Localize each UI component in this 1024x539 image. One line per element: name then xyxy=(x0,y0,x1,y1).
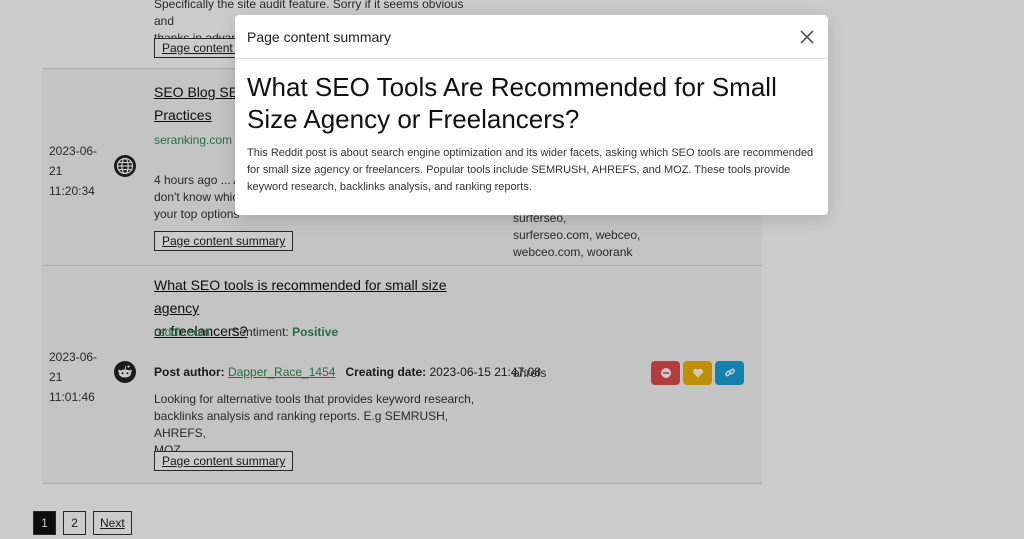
close-icon xyxy=(800,29,814,44)
modal-body: What SEO Tools Are Recommended for Small… xyxy=(235,59,828,196)
page-content-summary-modal: Page content summary What SEO Tools Are … xyxy=(235,15,828,215)
modal-title: Page content summary xyxy=(247,28,391,45)
summary-text: This Reddit post is about search engine … xyxy=(247,147,814,193)
close-button[interactable] xyxy=(798,28,816,46)
modal-header: Page content summary xyxy=(235,15,828,59)
summary-heading: What SEO Tools Are Recommended for Small… xyxy=(247,72,777,134)
